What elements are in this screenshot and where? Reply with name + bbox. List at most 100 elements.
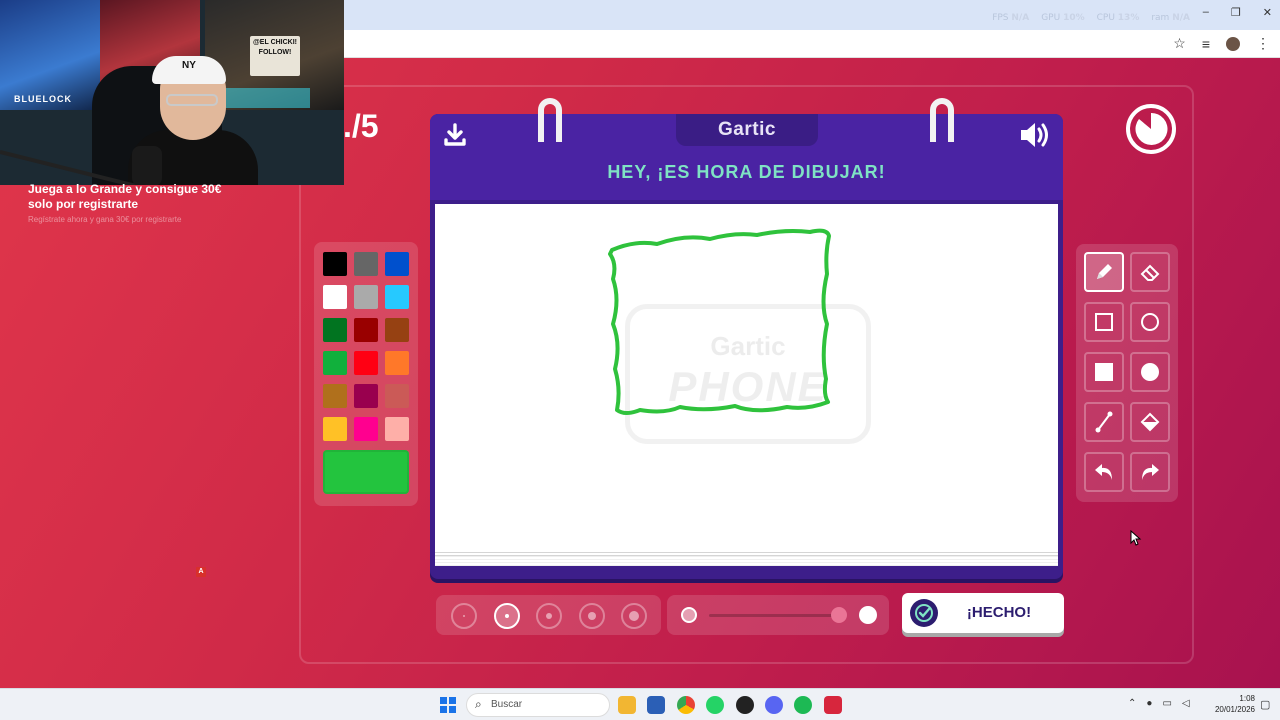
redo-icon (1142, 464, 1159, 480)
color-swatch[interactable] (323, 417, 347, 441)
color-swatch[interactable] (354, 285, 378, 309)
profile-avatar[interactable] (1226, 36, 1240, 51)
opacity-slider-track[interactable] (709, 614, 839, 617)
bookmark-star-icon[interactable]: ☆ (1173, 35, 1186, 52)
opacity-max-icon (859, 606, 877, 624)
brush-size-button[interactable] (536, 603, 562, 629)
color-swatch[interactable] (323, 351, 347, 375)
eraser-tool[interactable] (1130, 252, 1170, 292)
ellipse-filled-tool[interactable] (1130, 352, 1170, 392)
ellipse-outline-tool[interactable] (1130, 302, 1170, 342)
undo-icon (1095, 464, 1112, 480)
notification-icon[interactable]: ▢ (1260, 698, 1270, 711)
spotify-icon[interactable] (794, 696, 812, 714)
binder-ring-left (538, 98, 562, 142)
color-swatch[interactable] (354, 351, 378, 375)
fill-bucket-tool[interactable] (1130, 402, 1170, 442)
notepad-paper-edge (435, 556, 1058, 566)
rectangle-filled-tool[interactable] (1084, 352, 1124, 392)
paint-bucket-icon (1140, 412, 1160, 432)
opacity-slider-thumb[interactable] (831, 607, 847, 623)
brush-size-button[interactable] (578, 603, 605, 629)
taskbar-clock[interactable]: 1:08 20/01/2026 (1205, 693, 1255, 715)
color-swatch[interactable] (323, 285, 347, 309)
windows-taskbar: ⌕ Buscar ⌃ ● ▭ ◁ 1:08 20/01/2026 ▢ (0, 688, 1280, 720)
search-icon: ⌕ (475, 697, 482, 711)
microphone (132, 146, 162, 185)
windows-start-icon[interactable] (440, 697, 456, 713)
restore-button[interactable]: ❐ (1231, 6, 1241, 19)
color-swatch[interactable] (385, 318, 409, 342)
obs-icon[interactable] (736, 696, 754, 714)
store-icon[interactable] (647, 696, 665, 714)
circle-filled-icon (1141, 363, 1159, 381)
line-tool[interactable] (1084, 402, 1124, 442)
minimize-button[interactable]: – (1203, 6, 1209, 19)
opacity-min-icon (681, 607, 697, 623)
fps-label: FPS (992, 13, 1009, 23)
clock-date: 20/01/2026 (1214, 705, 1255, 714)
color-swatch[interactable] (354, 384, 378, 408)
cpu-label: CPU (1096, 13, 1115, 23)
color-swatch[interactable] (354, 318, 378, 342)
anime-poster: BLUELOCK (0, 0, 100, 110)
brush-size-button[interactable] (493, 603, 520, 629)
tray-chevron-icon[interactable]: ⌃ (1128, 698, 1136, 709)
color-palette (314, 242, 418, 506)
brush-size-button[interactable] (621, 603, 647, 629)
app-icon[interactable] (824, 696, 842, 714)
volume-icon[interactable] (1018, 120, 1052, 155)
pencil-tool[interactable] (1084, 252, 1124, 292)
taskbar-search[interactable]: ⌕ Buscar (466, 693, 610, 717)
color-swatch[interactable] (385, 384, 409, 408)
color-swatch[interactable] (323, 252, 347, 276)
microphone-icon[interactable]: ● (1146, 698, 1152, 709)
timer-icon (1126, 104, 1176, 154)
ram-value: N/A (1172, 13, 1190, 23)
square-filled-icon (1095, 363, 1113, 381)
pencil-icon (1097, 264, 1112, 279)
address-bar-actions: ☆ ≡ ⋮ (1173, 35, 1270, 52)
media-queue-icon[interactable]: ≡ (1202, 36, 1210, 52)
discord-icon[interactable] (765, 696, 783, 714)
binder-ring-right (930, 98, 954, 142)
line-icon (1095, 411, 1113, 433)
ram-label: ram (1151, 13, 1170, 23)
download-icon[interactable] (442, 122, 468, 153)
opacity-slider-panel (667, 595, 889, 635)
redo-tool[interactable] (1130, 452, 1170, 492)
square-outline-icon (1095, 313, 1113, 331)
color-swatch[interactable] (354, 417, 378, 441)
network-icon[interactable]: ▭ (1162, 698, 1171, 709)
color-swatch[interactable] (385, 417, 409, 441)
color-swatch[interactable] (385, 252, 409, 276)
undo-tool[interactable] (1084, 452, 1124, 492)
drawing-board: Gartic HEY, ¡ES HORA DE DIBUJAR! Gartic … (430, 98, 1063, 579)
webcam-overlay: BLUELOCK @EL CHICKI! FOLLOW! NY (0, 0, 344, 185)
promo-title: Juega a lo Grande y consigue 30€ solo po… (28, 182, 222, 211)
browser-menu-icon[interactable]: ⋮ (1256, 35, 1270, 52)
board-title: HEY, ¡ES HORA DE DIBUJAR! (607, 162, 886, 182)
speaker-icon[interactable]: ◁ (1182, 698, 1190, 709)
color-swatch[interactable] (385, 285, 409, 309)
follow-sign: @EL CHICKI! FOLLOW! (250, 36, 300, 76)
done-button[interactable]: ¡HECHO! (902, 593, 1064, 633)
tool-panel (1076, 244, 1178, 502)
close-button[interactable]: ✕ (1263, 6, 1272, 19)
brush-size-button[interactable] (451, 603, 477, 629)
chrome-icon[interactable] (677, 696, 695, 714)
mouse-cursor-icon (1130, 529, 1142, 551)
green-rectangle-stroke (608, 228, 831, 415)
color-swatch[interactable] (323, 384, 347, 408)
file-explorer-icon[interactable] (618, 696, 636, 714)
color-swatch[interactable] (323, 318, 347, 342)
current-color-swatch (323, 450, 409, 494)
check-icon (910, 599, 938, 627)
color-swatch[interactable] (354, 252, 378, 276)
rectangle-outline-tool[interactable] (1084, 302, 1124, 342)
color-swatch[interactable] (385, 351, 409, 375)
drawing-canvas[interactable]: Gartic PHONE (435, 204, 1058, 556)
promo-subtitle: Regístrate ahora y gana 30€ por registra… (28, 215, 182, 224)
whatsapp-icon[interactable] (706, 696, 724, 714)
cap-logo: NY (182, 60, 196, 71)
